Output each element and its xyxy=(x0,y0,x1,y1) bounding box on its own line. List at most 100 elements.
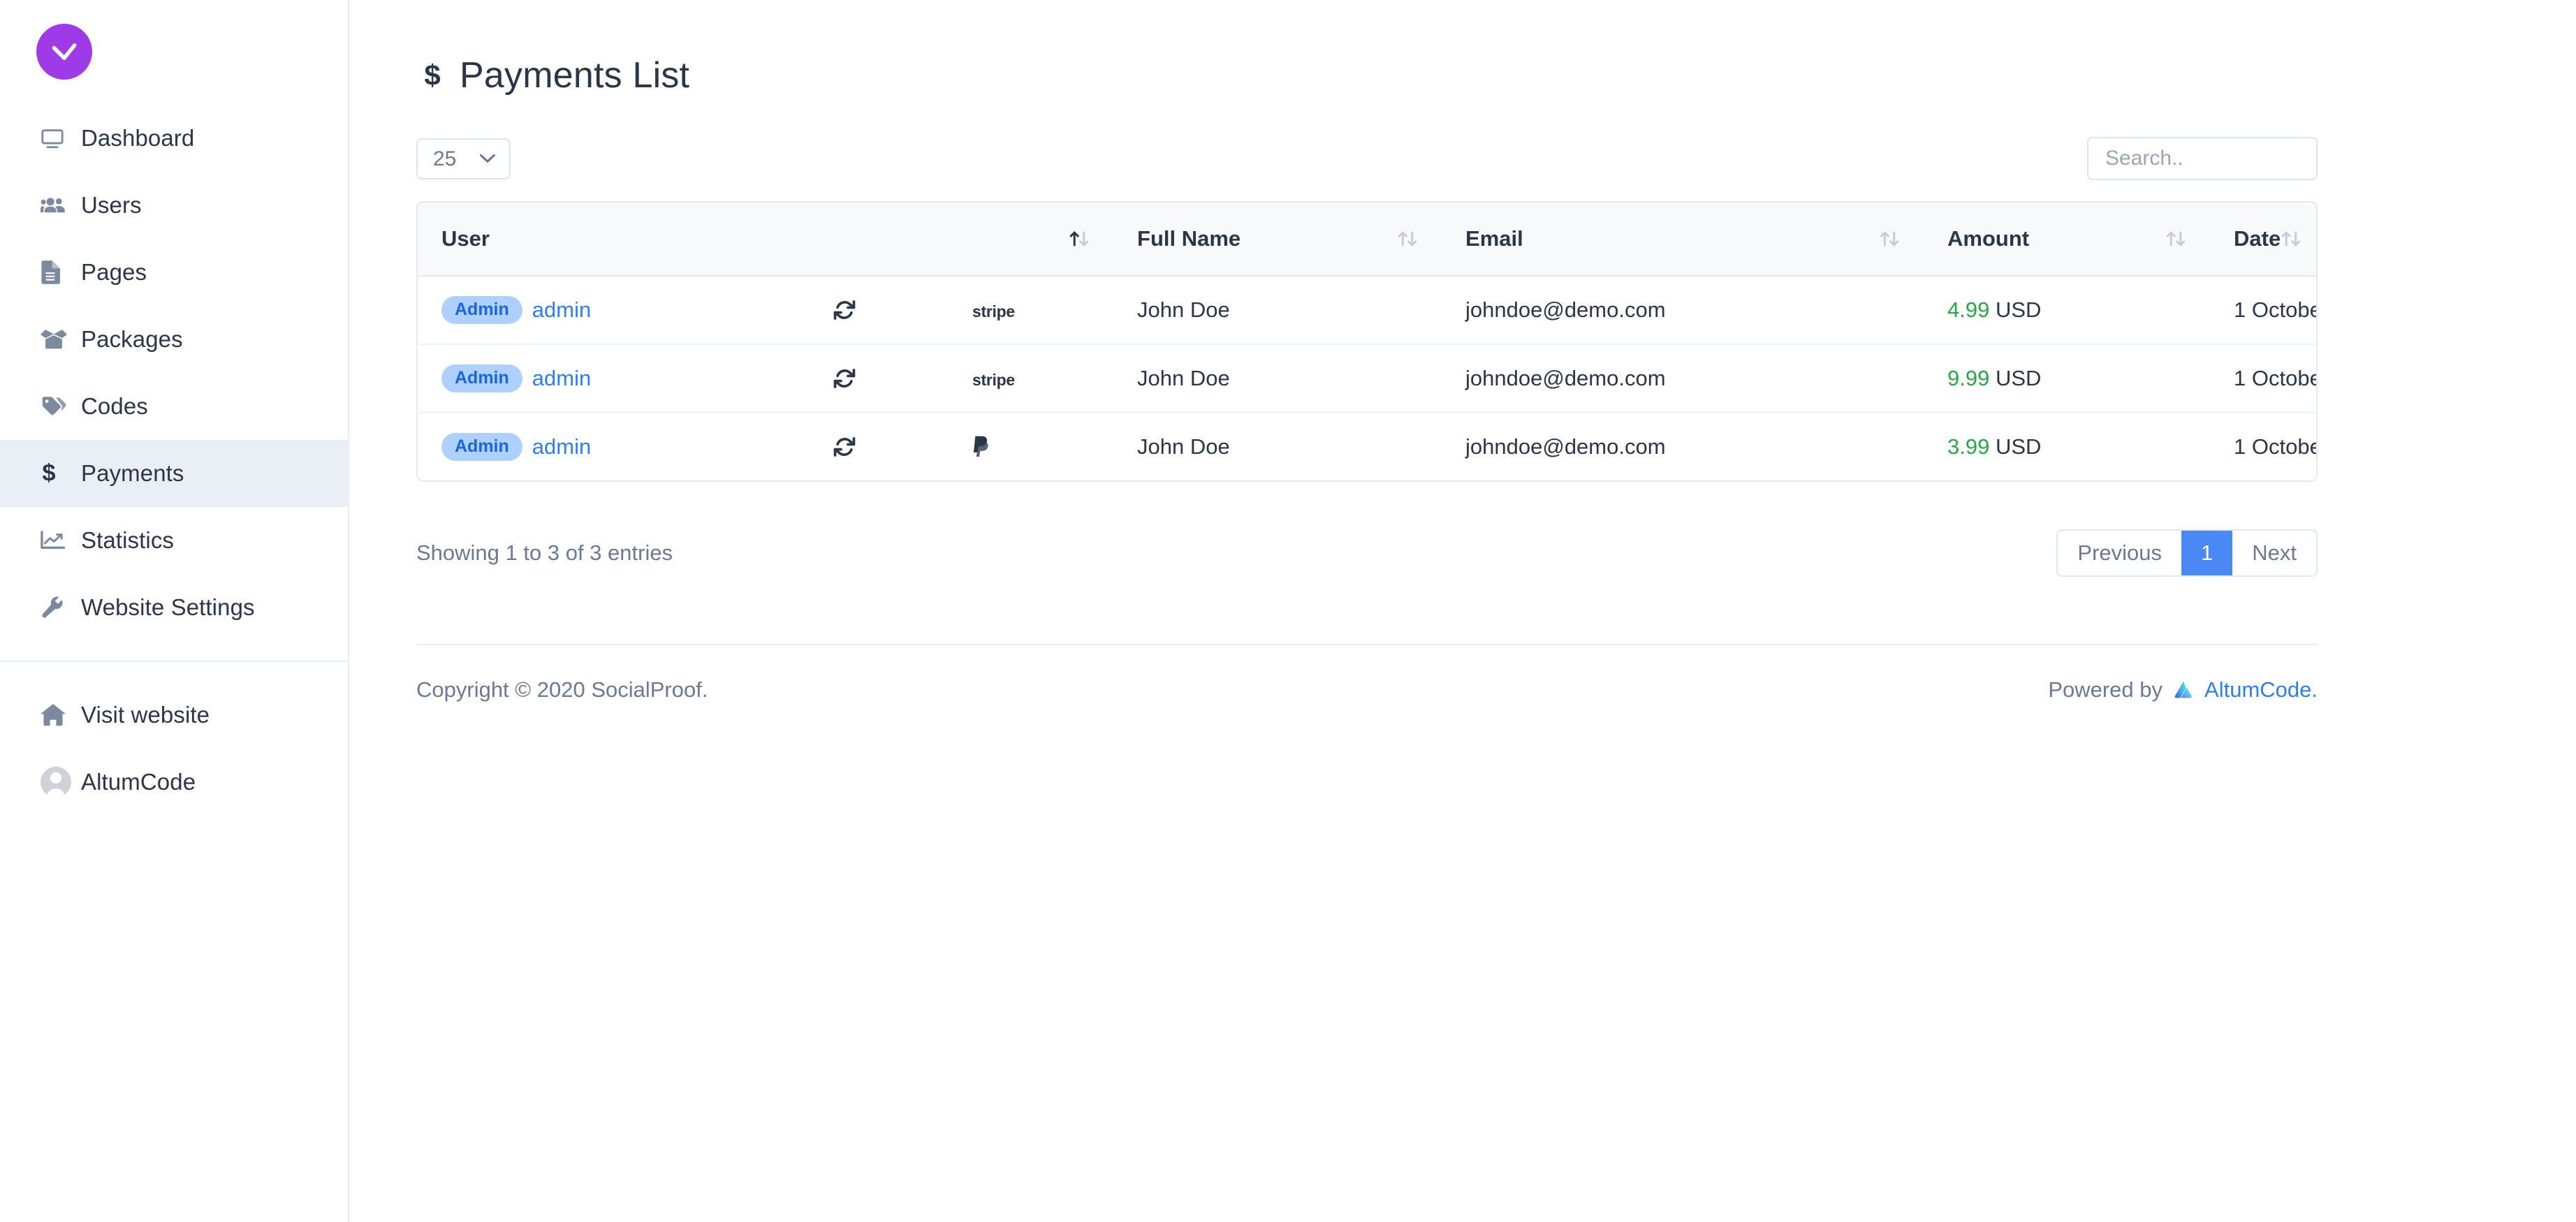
home-icon xyxy=(41,704,81,726)
sort-none-icon xyxy=(1397,228,1418,249)
sidebar-item-label: Pages xyxy=(81,259,147,285)
cell-renewal xyxy=(809,344,949,413)
column-header-email[interactable]: Email xyxy=(1442,203,1924,277)
altumcode-link[interactable]: AltumCode. xyxy=(2204,677,2318,702)
sidebar-item-label: Codes xyxy=(81,393,148,419)
table-head: User Full Name Email Amount Date xyxy=(418,203,2316,277)
brand[interactable] xyxy=(0,0,348,84)
sidebar-item-payments[interactable]: $ Payments xyxy=(0,440,348,507)
sort-none-icon xyxy=(2281,228,2301,249)
status-badge: Admin xyxy=(441,365,522,392)
cell-user: Admin admin xyxy=(418,276,809,345)
sidebar-item-pages[interactable]: Pages xyxy=(0,239,348,306)
sync-icon xyxy=(833,435,949,459)
box-open-icon xyxy=(41,330,81,349)
avatar-icon xyxy=(41,767,81,797)
sidebar-divider xyxy=(0,661,348,662)
column-label: Date xyxy=(2234,226,2281,251)
sidebar-item-label: Visit website xyxy=(81,702,210,728)
column-header-amount[interactable]: Amount xyxy=(1924,203,2211,277)
stripe-icon: stripe xyxy=(972,371,1015,389)
cell-user: Admin admin xyxy=(418,413,809,480)
status-badge: Admin xyxy=(441,296,522,324)
amount-value: 3.99 xyxy=(1947,434,1990,459)
sort-asc-active-icon xyxy=(1069,228,1090,249)
cell-email: johndoe@demo.com xyxy=(1442,276,1924,345)
page-length-select[interactable]: 10 25 50 100 xyxy=(416,138,511,179)
amount-value: 4.99 xyxy=(1947,297,1990,322)
payments-table: User Full Name Email Amount Date Admin a… xyxy=(418,203,2316,480)
user-link[interactable]: admin xyxy=(532,366,591,390)
cell-full-name: John Doe xyxy=(1137,434,1230,459)
table-header-row: User Full Name Email Amount Date xyxy=(418,203,2316,277)
sidebar-item-label: Payments xyxy=(81,460,184,486)
sidebar-item-label: AltumCode xyxy=(81,769,196,795)
sidebar-item-label: Website Settings xyxy=(81,594,255,620)
pagination-previous-button[interactable]: Previous xyxy=(2058,531,2181,576)
page-header: $ Payments List xyxy=(416,0,2318,96)
payments-table-card: User Full Name Email Amount Date Admin a… xyxy=(416,201,2318,482)
avatar xyxy=(41,767,71,797)
desktop-icon xyxy=(41,126,81,150)
cell-full-name: John Doe xyxy=(1113,276,1442,345)
table-row: Admin admin xyxy=(418,276,2316,345)
powered-by-prefix: Powered by xyxy=(2048,677,2163,702)
user-link[interactable]: admin xyxy=(532,297,591,322)
showing-entries-text: Showing 1 to 3 of 3 entries xyxy=(416,540,673,566)
amount-currency: USD xyxy=(1995,366,2042,390)
user-link[interactable]: admin xyxy=(532,434,591,459)
altumcode-logo-icon xyxy=(2172,678,2196,702)
table-body: Admin admin stripe John Doe johndoe@demo… xyxy=(418,276,2316,480)
cell-amount: 3.99 USD xyxy=(1924,413,2210,480)
table-row: Admin admin xyxy=(418,344,2316,413)
cell-amount: 4.99 USD xyxy=(1924,276,2211,345)
amount-currency: USD xyxy=(1995,297,2042,322)
cell-gateway xyxy=(949,413,1113,480)
sidebar-item-visit-website[interactable]: Visit website xyxy=(0,682,348,749)
sidebar-item-codes[interactable]: Codes xyxy=(0,373,348,440)
table-controls: 10 25 50 100 xyxy=(416,137,2318,180)
sort-none-icon xyxy=(1879,228,1900,249)
amount-value: 9.99 xyxy=(1947,366,1990,390)
powered-by: Powered by AltumCode. xyxy=(2048,677,2318,702)
sidebar-item-website-settings[interactable]: Website Settings xyxy=(0,574,348,641)
sidebar: Dashboard Users Pages Packages Codes $ P… xyxy=(0,0,349,1222)
cell-renewal xyxy=(809,276,949,345)
sidebar-item-account[interactable]: AltumCode xyxy=(0,749,348,816)
column-header-date[interactable]: Date xyxy=(2210,203,2316,277)
cell-gateway: stripe xyxy=(949,276,1114,345)
users-icon xyxy=(41,195,81,216)
table-footer: Showing 1 to 3 of 3 entries Previous 1 N… xyxy=(416,529,2318,577)
sidebar-item-dashboard[interactable]: Dashboard xyxy=(0,105,348,172)
cell-email: johndoe@demo.com xyxy=(1465,434,1666,459)
stripe-icon: stripe xyxy=(972,302,1015,321)
sync-icon xyxy=(833,367,949,390)
cell-date: 1 October, 2019 xyxy=(2210,344,2316,413)
sidebar-item-packages[interactable]: Packages xyxy=(0,306,348,373)
paypal-icon xyxy=(972,435,1113,459)
main-content: $ Payments List 10 25 50 100 xyxy=(349,0,2576,1222)
sidebar-item-statistics[interactable]: Statistics xyxy=(0,507,348,574)
search-input[interactable] xyxy=(2087,137,2318,180)
page-length-select-wrap: 10 25 50 100 xyxy=(416,138,511,179)
chart-line-icon xyxy=(41,530,81,551)
cell-date: 1 October, 2019 xyxy=(2210,276,2316,345)
amount-currency: USD xyxy=(1995,434,2042,459)
wrench-icon xyxy=(41,596,81,619)
pagination-next-button[interactable]: Next xyxy=(2232,531,2316,576)
column-header-full-name[interactable]: Full Name xyxy=(1113,203,1442,277)
column-label: Email xyxy=(1465,226,1523,251)
cell-renewal xyxy=(809,413,949,480)
sort-none-icon xyxy=(2165,228,2186,249)
pagination-page-1-button[interactable]: 1 xyxy=(2181,531,2233,576)
cell-amount: 9.99 USD xyxy=(1924,344,2211,413)
cell-date: 1 October, 2019 xyxy=(2234,434,2316,459)
check-circle-logo-icon xyxy=(36,24,92,80)
sidebar-item-label: Statistics xyxy=(81,527,175,553)
sidebar-item-users[interactable]: Users xyxy=(0,172,348,239)
status-badge: Admin xyxy=(441,433,522,461)
column-header-user[interactable]: User xyxy=(418,203,1114,277)
cell-email: johndoe@demo.com xyxy=(1442,344,1924,413)
page-footer: Copyright © 2020 SocialProof. Powered by xyxy=(416,645,2318,702)
sidebar-item-label: Users xyxy=(81,192,142,218)
